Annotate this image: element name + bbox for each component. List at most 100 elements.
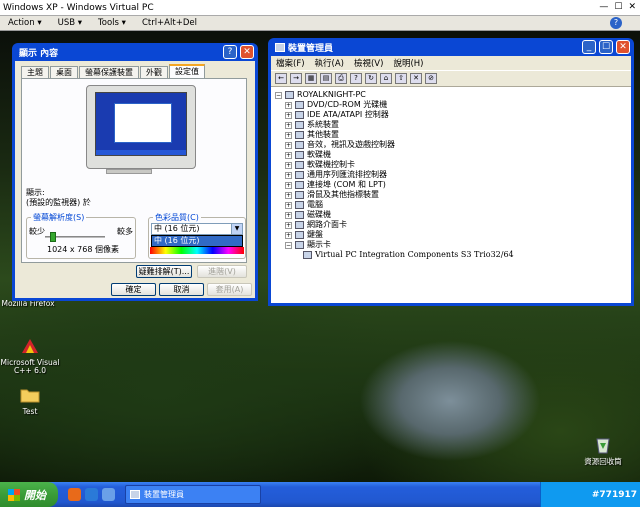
tab-appearance[interactable]: 外觀 xyxy=(140,66,168,78)
tab-screensaver[interactable]: 螢幕保護裝置 xyxy=(79,66,139,78)
desktop-icon-firefox[interactable]: Mozilla Firefox xyxy=(0,300,58,308)
help-button[interactable]: ? xyxy=(223,45,237,59)
tree-child-display-adapter[interactable]: Virtual PC Integration Components S3 Tri… xyxy=(303,250,514,260)
device-category-icon xyxy=(295,111,304,119)
show-desktop-icon[interactable] xyxy=(102,488,115,501)
troubleshoot-button[interactable]: 疑難排解(T)... xyxy=(136,265,192,278)
expand-icon[interactable]: + xyxy=(285,191,292,199)
update-driver-icon[interactable]: ⇧ xyxy=(395,73,407,84)
tree-item[interactable]: + 連接埠 (COM 和 LPT) xyxy=(285,180,386,190)
device-category-icon xyxy=(295,141,304,149)
expand-icon[interactable]: + xyxy=(285,211,292,219)
desktop-icon-test[interactable]: Test xyxy=(0,384,60,416)
expand-icon[interactable]: + xyxy=(285,101,292,109)
firefox-icon[interactable] xyxy=(68,488,81,501)
tab-settings[interactable]: 設定值 xyxy=(169,64,205,78)
expand-icon[interactable]: + xyxy=(285,161,292,169)
menu-help[interactable]: 說明(H) xyxy=(388,57,428,69)
tab-desktop[interactable]: 桌面 xyxy=(50,66,78,78)
help-icon[interactable]: ? xyxy=(350,73,362,84)
scan-hardware-icon[interactable]: ⌂ xyxy=(380,73,392,84)
host-maximize-button[interactable]: ☐ xyxy=(614,2,622,12)
display-value: (預設的監視器) 於 xyxy=(26,198,91,207)
device-manager-window: 裝置管理員 _ ☐ ✕ 檔案(F) 執行(A) 檢視(V) 說明(H) ← → … xyxy=(268,38,634,306)
tree-item[interactable]: + 鍵盤 xyxy=(285,230,323,240)
host-menu-tools[interactable]: Tools ▾ xyxy=(90,18,134,28)
expand-icon[interactable]: + xyxy=(285,181,292,189)
ok-button[interactable]: 確定 xyxy=(111,283,156,296)
resolution-slider-thumb[interactable] xyxy=(50,232,57,242)
maximize-button[interactable]: ☐ xyxy=(599,40,613,54)
tree-item[interactable]: + 其他裝置 xyxy=(285,130,339,140)
apply-button[interactable]: 套用(A) xyxy=(207,283,252,296)
print-icon[interactable]: ⎙ xyxy=(335,73,347,84)
windows-flag-icon xyxy=(8,488,20,501)
advanced-button[interactable]: 進階(V) xyxy=(197,265,247,278)
tree-item[interactable]: + 磁碟機 xyxy=(285,210,331,220)
tree-item[interactable]: + IDE ATA/ATAPI 控制器 xyxy=(285,110,389,120)
desktop-icon-vcpp[interactable]: Microsoft Visual C++ 6.0 xyxy=(0,335,60,375)
properties-icon[interactable]: ▤ xyxy=(320,73,332,84)
host-minimize-button[interactable]: — xyxy=(599,2,608,12)
tree-item[interactable]: + 音效，視訊及遊戲控制器 xyxy=(285,140,395,150)
host-menu-ctrl-alt-del[interactable]: Ctrl+Alt+Del xyxy=(134,18,205,28)
tree-item[interactable]: + 通用序列匯流排控制器 xyxy=(285,170,387,180)
expand-icon[interactable]: + xyxy=(285,121,292,129)
resolution-less: 較少 xyxy=(29,227,45,236)
taskbar-button-device-manager[interactable]: 裝置管理員 xyxy=(125,485,261,504)
menu-file[interactable]: 檔案(F) xyxy=(271,57,310,69)
menu-view[interactable]: 檢視(V) xyxy=(349,57,388,69)
disable-icon[interactable]: ⊘ xyxy=(425,73,437,84)
tab-themes[interactable]: 主題 xyxy=(21,66,49,78)
expand-icon[interactable]: + xyxy=(285,221,292,229)
expand-icon[interactable]: + xyxy=(285,231,292,239)
host-window-title: Windows XP - Windows Virtual PC xyxy=(3,2,154,13)
tree-item[interactable]: + 滑鼠及其他指標裝置 xyxy=(285,190,379,200)
tree-item-label: 軟碟機 xyxy=(307,150,331,159)
tree-root[interactable]: − ROYALKNIGHT-PC xyxy=(275,90,366,100)
expand-icon[interactable]: + xyxy=(285,131,292,139)
close-button[interactable]: ✕ xyxy=(616,40,630,54)
desktop-icon-recycle-bin[interactable]: 資源回收筒 xyxy=(573,434,633,466)
cancel-button[interactable]: 取消 xyxy=(159,283,204,296)
uninstall-icon[interactable]: ✕ xyxy=(410,73,422,84)
tree-item[interactable]: + 電腦 xyxy=(285,200,323,210)
chevron-down-icon[interactable]: ▼ xyxy=(231,224,242,234)
collapse-icon[interactable]: − xyxy=(285,241,292,249)
resolution-slider[interactable] xyxy=(45,232,105,242)
expand-icon[interactable]: + xyxy=(285,171,292,179)
expand-icon[interactable]: + xyxy=(285,201,292,209)
host-close-button[interactable]: ✕ xyxy=(628,2,636,12)
quick-launch xyxy=(68,488,115,501)
system-tray: #771917 xyxy=(540,482,640,507)
color-quality-select[interactable]: 中 (16 位元) ▼ xyxy=(151,223,243,235)
device-manager-icon xyxy=(130,490,140,499)
forward-icon[interactable]: → xyxy=(290,73,302,84)
minimize-button[interactable]: _ xyxy=(582,40,596,54)
taskbar: 開始 裝置管理員 #771917 xyxy=(0,482,640,507)
tree-item[interactable]: + 軟碟機控制卡 xyxy=(285,160,355,170)
close-button[interactable]: ✕ xyxy=(240,45,254,59)
tree-item[interactable]: + 軟碟機 xyxy=(285,150,331,160)
tree-item[interactable]: + 系統裝置 xyxy=(285,120,339,130)
expand-icon[interactable]: + xyxy=(285,151,292,159)
ie-icon[interactable] xyxy=(85,488,98,501)
computer-icon xyxy=(285,91,294,99)
expand-icon[interactable]: + xyxy=(285,141,292,149)
refresh-icon[interactable]: ↻ xyxy=(365,73,377,84)
tree-item[interactable]: − 顯示卡 xyxy=(285,240,331,250)
console-tree-icon[interactable]: ▦ xyxy=(305,73,317,84)
back-icon[interactable]: ← xyxy=(275,73,287,84)
menu-action[interactable]: 執行(A) xyxy=(310,57,349,69)
host-menu-usb[interactable]: USB ▾ xyxy=(50,18,90,28)
host-menu-action[interactable]: Action ▾ xyxy=(0,18,50,28)
tree-item[interactable]: + DVD/CD-ROM 光碟機 xyxy=(285,100,387,110)
monitor-stand xyxy=(106,169,152,174)
tree-item-label: 顯示卡 xyxy=(307,240,331,249)
help-icon[interactable]: ? xyxy=(610,17,622,29)
collapse-icon[interactable]: − xyxy=(275,91,282,99)
expand-icon[interactable]: + xyxy=(285,111,292,119)
color-option[interactable]: 中 (16 位元) xyxy=(152,236,242,246)
start-button[interactable]: 開始 xyxy=(0,482,58,507)
tree-item[interactable]: + 網路介面卡 xyxy=(285,220,347,230)
